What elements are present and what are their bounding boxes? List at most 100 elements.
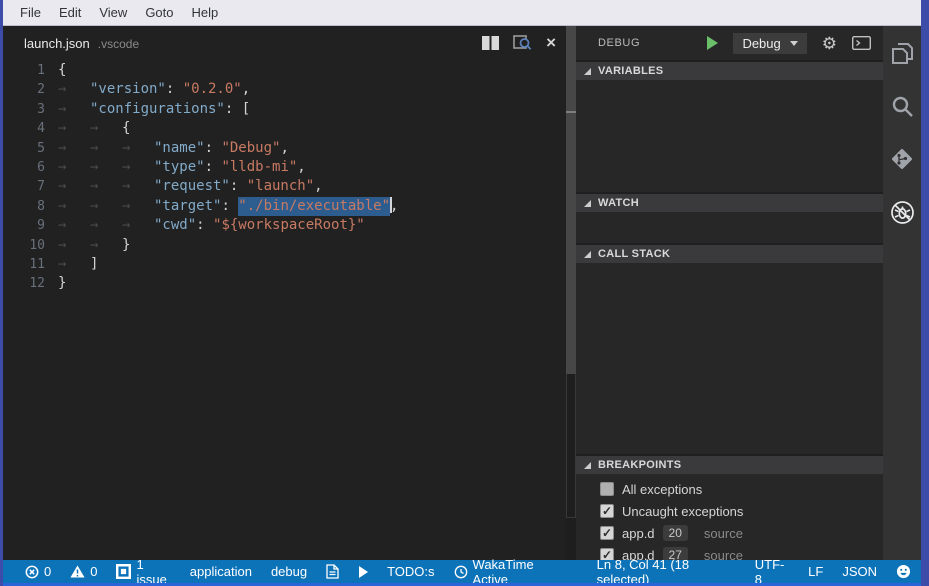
tab-whitespace-arrow: → <box>122 216 154 235</box>
code-token: { <box>122 119 130 138</box>
scrollbar-marker <box>566 111 576 113</box>
editor-scrollbar[interactable] <box>566 26 576 560</box>
breakpoint-label: Uncaught exceptions <box>622 504 743 519</box>
split-editor-icon[interactable] <box>482 36 499 50</box>
status-right: Ln 8, Col 41 (18 selected) UTF-8 LF JSON <box>578 557 911 586</box>
code-token: , <box>297 158 305 177</box>
open-preview-icon[interactable] <box>513 35 532 51</box>
status-item-error[interactable]: 0 <box>25 564 51 579</box>
tab-launch-json[interactable]: launch.json .vscode <box>24 36 139 51</box>
activity-debug-icon[interactable] <box>888 198 916 226</box>
status-left: 0 0 1 issue application debug TODO:s WakaTime … <box>25 557 578 586</box>
code-token: : <box>205 139 222 158</box>
tab-whitespace-arrow: → <box>58 100 90 119</box>
activity-files-icon[interactable] <box>888 39 916 67</box>
menu-edit[interactable]: Edit <box>50 5 90 20</box>
status-item-play[interactable] <box>358 566 368 578</box>
activity-git-icon[interactable] <box>888 145 916 173</box>
status-item[interactable]: JSON <box>842 564 877 579</box>
code-token: , <box>242 80 250 99</box>
breakpoint-checkbox[interactable]: ✓ <box>600 504 614 518</box>
status-item-file[interactable] <box>326 564 339 579</box>
menu-view[interactable]: View <box>90 5 136 20</box>
tab-whitespace-arrow: → <box>58 139 90 158</box>
activity-bar <box>883 26 921 560</box>
code-token: } <box>122 236 130 255</box>
status-label: 0 <box>44 564 51 579</box>
code-token: , <box>314 177 322 196</box>
status-label: application <box>190 564 252 579</box>
status-item-clock[interactable]: WakaTime Active <box>454 557 559 586</box>
expand-triangle-icon <box>584 68 591 75</box>
section-breakpoints[interactable]: BREAKPOINTS <box>576 454 883 474</box>
section-call-stack[interactable]: CALL STACK <box>576 243 883 263</box>
section-variables[interactable]: VARIABLES <box>576 60 883 80</box>
code-token: "${workspaceRoot}" <box>213 216 365 235</box>
breakpoint-row[interactable]: All exceptions <box>576 478 883 500</box>
code-line: 3→"configurations": [ <box>3 100 566 119</box>
console-icon[interactable] <box>852 36 871 50</box>
status-item[interactable]: Ln 8, Col 41 (18 selected) <box>597 557 736 586</box>
panel-title: DEBUG <box>598 37 692 49</box>
breakpoint-row[interactable]: ✓app.d20source <box>576 522 883 544</box>
expand-triangle-icon <box>584 251 591 258</box>
status-label: 1 issue <box>136 557 170 586</box>
tab-whitespace-arrow: → <box>90 139 122 158</box>
debug-config-dropdown[interactable]: Debug <box>733 33 806 54</box>
status-item[interactable]: LF <box>808 564 823 579</box>
code-token: : <box>230 177 247 196</box>
status-item-issues[interactable]: 1 issue <box>116 557 170 586</box>
code-token: , <box>390 197 398 216</box>
code-token: "request" <box>154 177 230 196</box>
code-line: 10→→} <box>3 236 566 255</box>
close-icon[interactable]: × <box>546 36 556 50</box>
code-line: 1{ <box>3 61 566 80</box>
code-line: 11→] <box>3 255 566 274</box>
status-item-warning[interactable]: 0 <box>70 564 97 579</box>
status-item-smiley[interactable] <box>896 564 911 579</box>
expand-triangle-icon <box>584 462 591 469</box>
line-number: 10 <box>3 236 58 255</box>
code-token: "Debug" <box>221 139 280 158</box>
status-item[interactable]: UTF-8 <box>755 557 789 586</box>
breakpoint-checkbox[interactable]: ✓ <box>600 526 614 540</box>
scrollbar-thumb[interactable] <box>566 26 576 374</box>
menu-file[interactable]: File <box>11 5 50 20</box>
code-token: : <box>205 158 222 177</box>
call-stack-content <box>576 263 883 454</box>
breakpoint-source-label: source <box>704 526 743 541</box>
code-token: "./bin/executable" <box>238 197 390 216</box>
status-item[interactable]: debug <box>271 564 307 579</box>
tab-whitespace-arrow: → <box>90 197 122 216</box>
tab-whitespace-arrow: → <box>90 119 122 138</box>
tab-whitespace-arrow: → <box>122 139 154 158</box>
tab-whitespace-arrow: → <box>58 216 90 235</box>
search-icon <box>889 93 915 119</box>
line-number: 12 <box>3 274 58 293</box>
activity-search-icon[interactable] <box>888 92 916 120</box>
breakpoint-row[interactable]: ✓ Uncaught exceptions <box>576 500 883 522</box>
variables-content <box>576 80 883 192</box>
app-window: FileEditViewGotoHelp launch.json .vscode… <box>0 0 929 586</box>
menu-goto[interactable]: Goto <box>136 5 182 20</box>
tab-whitespace-arrow: → <box>90 177 122 196</box>
line-number: 7 <box>3 177 58 196</box>
tab-whitespace-arrow: → <box>58 177 90 196</box>
code-token: : <box>196 216 213 235</box>
code-editor[interactable]: 1{2→"version": "0.2.0",3→"configurations… <box>3 60 566 560</box>
line-number: 11 <box>3 255 58 274</box>
tab-whitespace-arrow: → <box>58 119 90 138</box>
tab-whitespace-arrow: → <box>58 255 90 274</box>
menu-help[interactable]: Help <box>183 5 228 20</box>
status-item[interactable]: TODO:s <box>387 564 434 579</box>
debug-panel-header: DEBUG Debug ⚙ <box>576 26 883 60</box>
gear-icon[interactable]: ⚙ <box>822 35 837 52</box>
start-debug-button[interactable] <box>707 36 718 50</box>
breakpoint-checkbox[interactable] <box>600 482 614 496</box>
debug-config-label: Debug <box>742 36 780 51</box>
code-token: ] <box>90 255 98 274</box>
section-watch[interactable]: WATCH <box>576 192 883 212</box>
code-line: 12} <box>3 274 566 293</box>
status-bar: 0 0 1 issue application debug TODO:s WakaTime … <box>3 560 921 583</box>
status-item[interactable]: application <box>190 564 252 579</box>
